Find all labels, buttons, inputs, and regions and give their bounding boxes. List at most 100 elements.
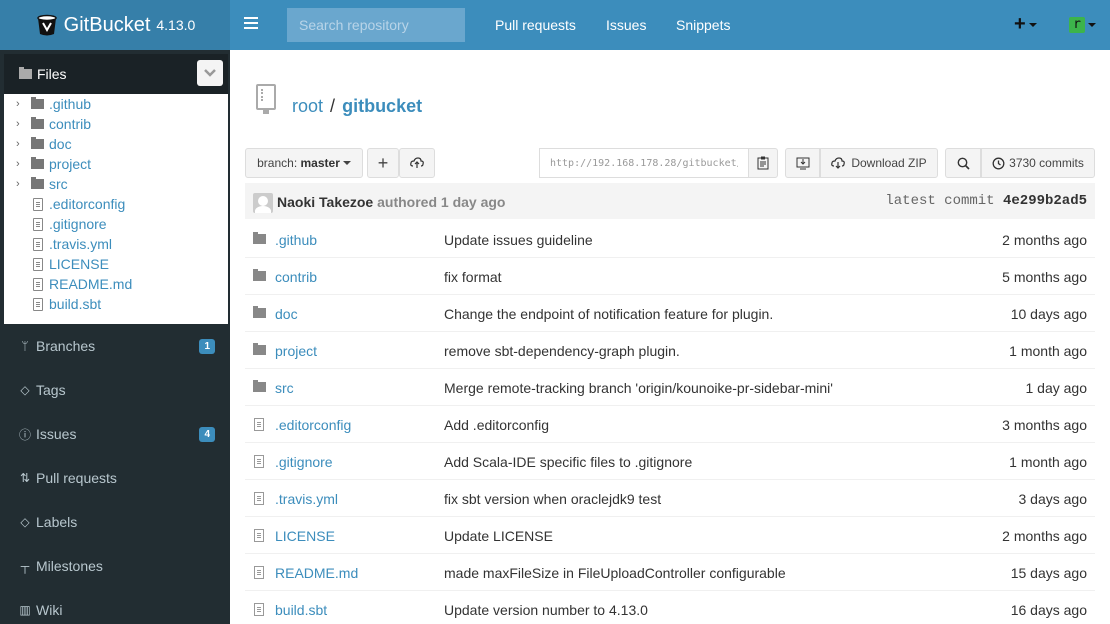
chevron-right-icon[interactable]: › xyxy=(16,158,26,170)
sidebar-item-label: Pull requests xyxy=(36,470,117,486)
tree-item-file[interactable]: build.sbt xyxy=(4,294,228,314)
sidebar-item-wiki[interactable]: ▥ Wiki xyxy=(0,588,230,624)
copy-url-button[interactable] xyxy=(748,148,778,178)
tree-item-folder[interactable]: › .github xyxy=(4,94,228,114)
file-icon xyxy=(254,603,264,616)
tree-item-file[interactable]: .gitignore xyxy=(4,214,228,234)
repo-name-link[interactable]: gitbucket xyxy=(342,96,422,116)
user-menu-dropdown[interactable]: r xyxy=(1069,17,1096,33)
file-name-link[interactable]: .gitignore xyxy=(275,454,333,470)
folder-icon xyxy=(253,343,266,355)
commit-message-link[interactable]: Merge remote-tracking branch 'origin/kou… xyxy=(444,380,833,396)
tree-item-label: README.md xyxy=(49,276,133,292)
nav-issues[interactable]: Issues xyxy=(606,17,646,33)
commit-author-name[interactable]: Naoki Takezoe xyxy=(277,194,373,210)
tree-item-label: contrib xyxy=(49,116,92,132)
search-code-button[interactable] xyxy=(945,148,981,178)
file-name-link[interactable]: .github xyxy=(275,232,317,248)
search-input[interactable] xyxy=(287,8,465,42)
commit-message-link[interactable]: Add Scala-IDE specific files to .gitigno… xyxy=(444,454,692,470)
commit-message-link[interactable]: Update issues guideline xyxy=(444,232,593,248)
file-name-link[interactable]: .travis.yml xyxy=(275,491,338,507)
tree-item-file[interactable]: .travis.yml xyxy=(4,234,228,254)
sidebar-toggle-icon[interactable] xyxy=(244,17,258,31)
latest-commit-hash[interactable]: 4e299b2ad5 xyxy=(1003,193,1087,209)
file-name-link[interactable]: project xyxy=(275,343,317,359)
file-list: .github Update issues guideline 2 months a… xyxy=(245,221,1095,624)
repo-owner-link[interactable]: root xyxy=(292,96,323,116)
download-zip-button[interactable]: Download ZIP xyxy=(820,148,938,178)
commit-message-link[interactable]: fix format xyxy=(444,269,502,285)
sidebar-item-issues[interactable]: ⓘ Issues 4 xyxy=(0,412,230,456)
file-row: .travis.yml fix sbt version when oraclejd… xyxy=(245,480,1095,517)
chevron-right-icon[interactable]: › xyxy=(16,98,26,110)
download-repo-button[interactable] xyxy=(785,148,820,178)
tree-item-file[interactable]: LICENSE xyxy=(4,254,228,274)
tree-item-folder[interactable]: › contrib xyxy=(4,114,228,134)
sidebar-item-branches[interactable]: ᛘ Branches 1 xyxy=(0,324,230,368)
commit-age: 2 months ago xyxy=(1002,528,1087,544)
commit-age: 1 day ago xyxy=(1025,380,1088,396)
tree-item-file[interactable]: README.md xyxy=(4,274,228,294)
author-avatar[interactable] xyxy=(253,193,273,213)
commit-author-info: Naoki Takezoe authored 1 day ago xyxy=(277,194,505,210)
upload-file-button[interactable] xyxy=(399,148,435,178)
tag-icon: ◇ xyxy=(20,383,30,397)
logo[interactable]: GitBucket 4.13.0 xyxy=(0,0,230,50)
new-file-button[interactable]: + xyxy=(367,148,399,178)
commits-count: 3730 commits xyxy=(1009,156,1084,170)
folder-icon xyxy=(31,157,44,169)
folder-icon xyxy=(31,137,44,149)
nav-pull-requests[interactable]: Pull requests xyxy=(495,17,576,33)
file-icon xyxy=(33,257,43,271)
chevron-down-icon xyxy=(204,69,216,77)
tree-item-folder[interactable]: › doc xyxy=(4,134,228,154)
repository-icon xyxy=(256,84,276,114)
tree-item-label: project xyxy=(49,156,92,172)
clone-url-input[interactable] xyxy=(539,148,748,178)
tree-item-label: src xyxy=(49,176,68,192)
sidebar-item-labels[interactable]: ◇ Labels xyxy=(0,500,230,544)
nav-snippets[interactable]: Snippets xyxy=(676,17,730,33)
chevron-right-icon[interactable]: › xyxy=(16,118,26,130)
sidebar-item-label: Branches xyxy=(36,338,96,354)
repo-title-separator: / xyxy=(330,96,336,116)
main-content: root / gitbucket branch: master + Downlo… xyxy=(230,50,1110,624)
tree-item-file[interactable]: .editorconfig xyxy=(4,194,228,214)
file-name-link[interactable]: LICENSE xyxy=(275,528,335,544)
tree-item-folder[interactable]: › project xyxy=(4,154,228,174)
commit-message-link[interactable]: fix sbt version when oraclejdk9 test xyxy=(444,491,661,507)
chevron-right-icon[interactable]: › xyxy=(16,138,26,150)
create-new-dropdown[interactable]: + xyxy=(1014,14,1037,34)
branch-selector[interactable]: branch: master xyxy=(245,148,363,178)
sidebar-item-milestones[interactable]: ┬ Milestones xyxy=(0,544,230,588)
commit-age: 5 months ago xyxy=(1002,269,1087,285)
commit-age: 2 months ago xyxy=(1002,232,1087,248)
file-row: README.md made maxFileSize in FileUploadC… xyxy=(245,554,1095,591)
chevron-right-icon[interactable]: › xyxy=(16,178,26,190)
file-name-link[interactable]: .editorconfig xyxy=(275,417,351,433)
tree-item-folder[interactable]: › src xyxy=(4,174,228,194)
commit-message-link[interactable]: made maxFileSize in FileUploadController… xyxy=(444,565,786,581)
file-name-link[interactable]: src xyxy=(275,380,294,396)
files-title: Files xyxy=(37,66,67,82)
sidebar-item-pull-requests[interactable]: ⇅ Pull requests xyxy=(0,456,230,500)
file-name-link[interactable]: doc xyxy=(275,306,298,322)
folder-icon xyxy=(253,269,266,281)
file-name-link[interactable]: contrib xyxy=(275,269,317,285)
commits-button[interactable]: 3730 commits xyxy=(981,148,1095,178)
tree-item-label: .travis.yml xyxy=(49,236,112,252)
sidebar-item-label: Tags xyxy=(36,382,66,398)
caret-down-icon xyxy=(342,161,351,165)
file-name-link[interactable]: build.sbt xyxy=(275,602,327,618)
plus-icon: + xyxy=(1014,13,1026,35)
clipboard-icon xyxy=(757,156,769,170)
commit-message-link[interactable]: remove sbt-dependency-graph plugin. xyxy=(444,343,680,359)
commit-message-link[interactable]: Add .editorconfig xyxy=(444,417,549,433)
collapse-files-button[interactable] xyxy=(197,60,223,86)
sidebar-item-tags[interactable]: ◇ Tags xyxy=(0,368,230,412)
commit-message-link[interactable]: Update LICENSE xyxy=(444,528,553,544)
commit-message-link[interactable]: Change the endpoint of notification feat… xyxy=(444,306,773,322)
file-name-link[interactable]: README.md xyxy=(275,565,358,581)
commit-message-link[interactable]: Update version number to 4.13.0 xyxy=(444,602,648,618)
